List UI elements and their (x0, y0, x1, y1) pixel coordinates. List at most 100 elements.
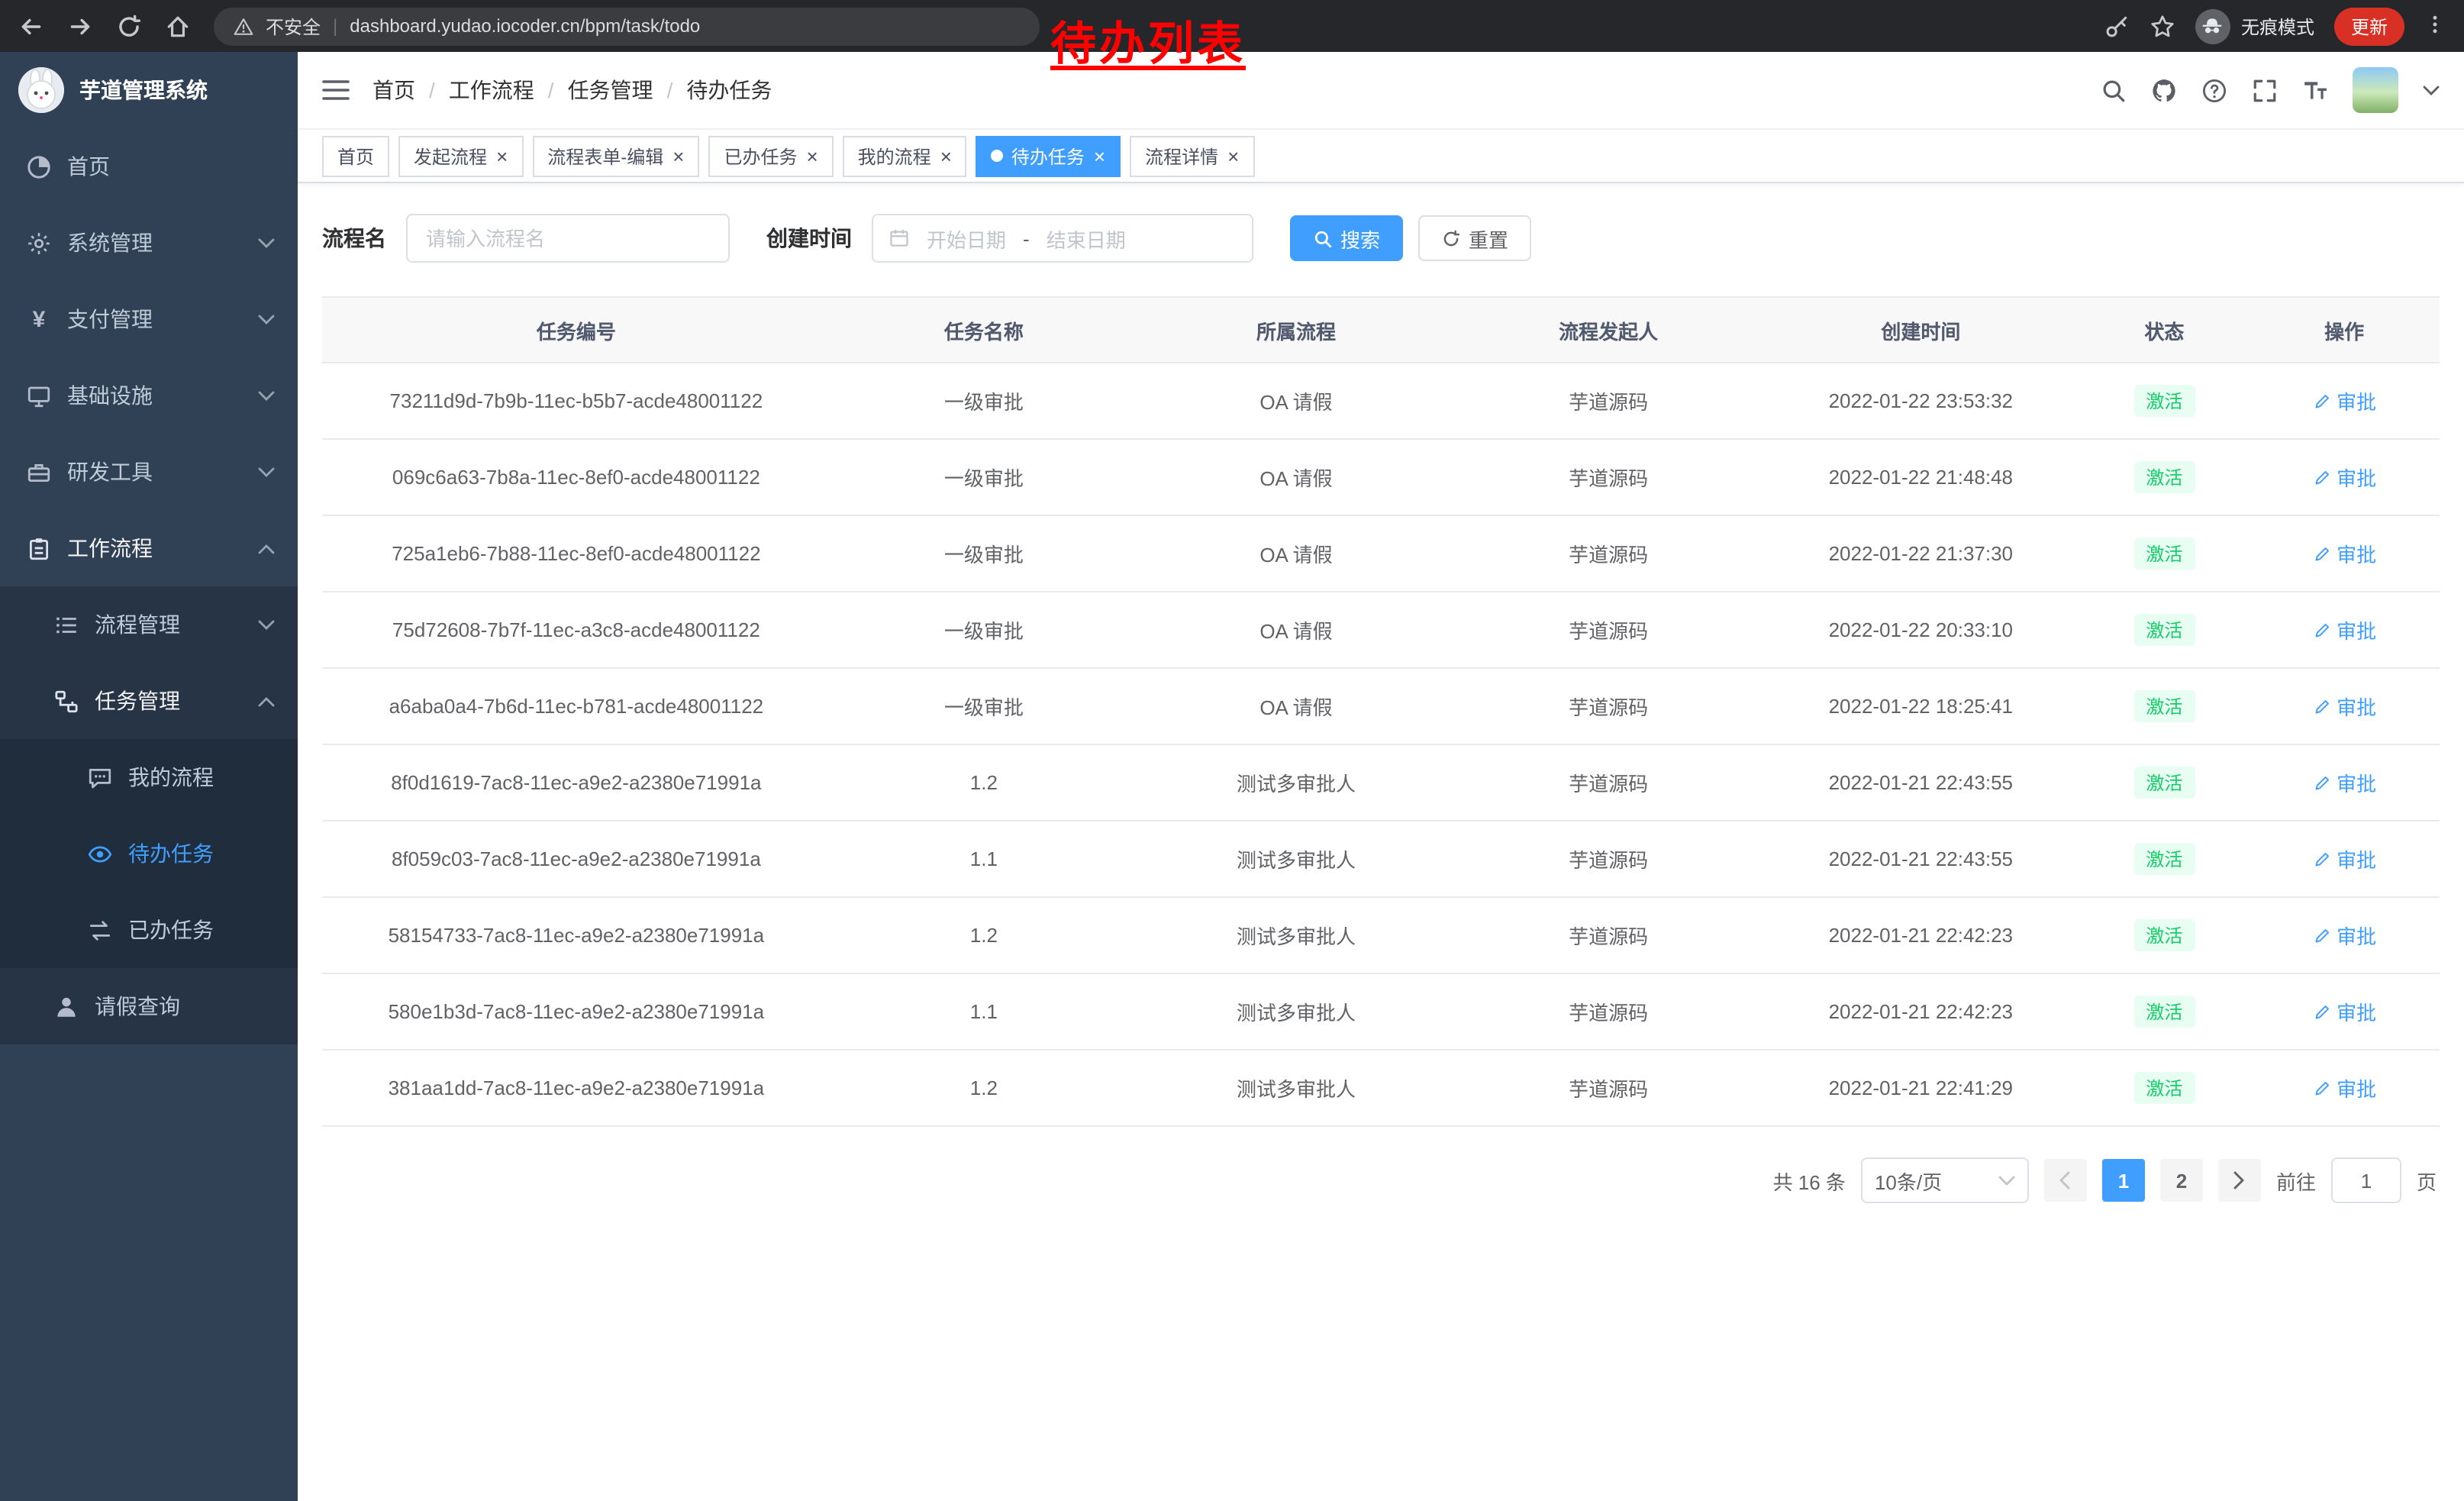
browser-home-icon[interactable] (165, 13, 191, 39)
approve-link[interactable]: 审批 (2312, 1073, 2376, 1102)
sidebar: 芋道管理系统 首页 系统管理 ¥ 支付管理 (0, 52, 298, 1501)
tab-close-icon[interactable]: × (496, 146, 508, 166)
process-name-input[interactable] (406, 214, 730, 263)
page-size-value: 10条/页 (1875, 1166, 1942, 1195)
edit-icon (2312, 392, 2330, 410)
approve-link[interactable]: 审批 (2312, 997, 2376, 1026)
approve-link[interactable]: 审批 (2312, 921, 2376, 950)
table-row: 725a1eb6-7b88-11ec-8ef0-acde48001122 一级审… (322, 515, 2440, 592)
breadcrumb-item[interactable]: 任务管理 (534, 75, 653, 105)
start-date-placeholder: 开始日期 (927, 224, 1006, 253)
tab-close-icon[interactable]: × (940, 146, 952, 166)
sidebar-item-todo-tasks[interactable]: 待办任务 (0, 815, 298, 892)
page-number-button[interactable]: 1 (2102, 1159, 2145, 1202)
edit-icon (2312, 544, 2330, 563)
status-badge: 激活 (2133, 843, 2195, 875)
view-tab[interactable]: 待办任务 × (976, 135, 1121, 176)
tab-label: 发起流程 (414, 143, 487, 169)
tab-close-icon[interactable]: × (1227, 146, 1239, 166)
sidebar-item-infrastructure[interactable]: 基础设施 (0, 357, 298, 434)
approve-link[interactable]: 审批 (2312, 386, 2376, 415)
url-text[interactable]: dashboard.yudao.iocoder.cn/bpm/task/todo (350, 15, 700, 37)
font-size-icon[interactable] (2302, 77, 2328, 103)
app-frame: 芋道管理系统 首页 系统管理 ¥ 支付管理 (0, 52, 2464, 1501)
date-range-picker[interactable]: 开始日期 - 结束日期 (872, 214, 1253, 263)
sidebar-item-workflow[interactable]: 工作流程 (0, 510, 298, 586)
fullscreen-icon[interactable] (2252, 77, 2278, 103)
password-key-icon[interactable] (2104, 13, 2130, 39)
update-button[interactable]: 更新 (2334, 7, 2404, 45)
sidebar-item-process-management[interactable]: 流程管理 (0, 586, 298, 663)
search-button[interactable]: 搜索 (1290, 215, 1403, 261)
approve-link[interactable]: 审批 (2312, 844, 2376, 873)
sidebar-item-system[interactable]: 系统管理 (0, 205, 298, 281)
action-cell: 审批 (2249, 592, 2440, 668)
user-avatar[interactable] (2353, 67, 2398, 113)
goto-page-input[interactable] (2331, 1157, 2401, 1203)
browser-reload-icon[interactable] (116, 13, 142, 39)
address-bar[interactable]: 不安全 | dashboard.yudao.iocoder.cn/bpm/tas… (214, 7, 1040, 45)
table-row: 75d72608-7b7f-11ec-a3c8-acde48001122 一级审… (322, 592, 2440, 668)
view-tab[interactable]: 流程详情 × (1130, 135, 1254, 176)
approve-link[interactable]: 审批 (2312, 768, 2376, 797)
status-cell: 激活 (2079, 897, 2249, 973)
action-cell: 审批 (2249, 363, 2440, 439)
view-tab[interactable]: 已办任务 × (708, 135, 833, 176)
approve-label: 审批 (2337, 768, 2376, 797)
view-tab[interactable]: 首页 × (322, 135, 389, 176)
sidebar-toggle-icon[interactable] (322, 78, 350, 102)
not-secure-warning-icon[interactable] (234, 16, 253, 36)
logo-avatar (18, 67, 64, 113)
sidebar-item-leave-query[interactable]: 请假查询 (0, 968, 298, 1044)
swap-arrows-icon (87, 917, 113, 943)
app-logo[interactable]: 芋道管理系统 (0, 52, 298, 128)
browser-menu-icon[interactable] (2424, 13, 2446, 39)
breadcrumb-item[interactable]: 首页 (373, 75, 415, 105)
reset-button[interactable]: 重置 (1418, 215, 1531, 261)
approve-label: 审批 (2337, 1073, 2376, 1102)
approve-label: 审批 (2337, 615, 2376, 644)
pagination: 共 16 条 10条/页 (325, 1157, 2437, 1203)
main-area: 首页 工作流程 任务管理 待办任务 (298, 52, 2464, 1501)
sidebar-item-devtools[interactable]: 研发工具 (0, 434, 298, 510)
github-icon[interactable] (2151, 77, 2177, 103)
action-cell: 审批 (2249, 515, 2440, 592)
breadcrumb-item[interactable]: 工作流程 (415, 75, 534, 105)
task-name-cell: 一级审批 (830, 515, 1137, 592)
help-icon[interactable] (2201, 77, 2227, 103)
table-row: 8f059c03-7ac8-11ec-a9e2-a2380e71991a 1.1… (322, 821, 2440, 897)
approve-link[interactable]: 审批 (2312, 615, 2376, 644)
tab-close-icon[interactable]: × (1094, 146, 1105, 166)
task-id-cell: 069c6a63-7b8a-11ec-8ef0-acde48001122 (322, 439, 830, 515)
sidebar-item-my-process[interactable]: 我的流程 (0, 739, 298, 815)
sidebar-item-done-tasks[interactable]: 已办任务 (0, 892, 298, 968)
search-icon[interactable] (2101, 77, 2127, 103)
tab-close-icon[interactable]: × (672, 146, 684, 166)
action-cell: 审批 (2249, 821, 2440, 897)
approve-link[interactable]: 审批 (2312, 692, 2376, 721)
sidebar-item-task-management[interactable]: 任务管理 (0, 663, 298, 739)
approve-label: 审批 (2337, 386, 2376, 415)
prev-page-button[interactable] (2044, 1159, 2087, 1202)
approve-link[interactable]: 审批 (2312, 463, 2376, 492)
breadcrumb-item[interactable]: 待办任务 (653, 75, 772, 105)
next-page-button[interactable] (2218, 1159, 2261, 1202)
view-tab[interactable]: 流程表单-编辑 × (532, 135, 699, 176)
sidebar-item-payment[interactable]: ¥ 支付管理 (0, 281, 298, 357)
annotation-text: 待办列表 (1050, 6, 1246, 73)
view-tab[interactable]: 我的流程 × (843, 135, 967, 176)
view-tab[interactable]: 发起流程 × (398, 135, 523, 176)
page-number-button[interactable]: 2 (2160, 1159, 2203, 1202)
browser-back-icon[interactable] (18, 13, 44, 39)
avatar-caret-icon[interactable] (2423, 85, 2440, 95)
approve-link[interactable]: 审批 (2312, 539, 2376, 568)
page-numbers: 1 2 (2102, 1159, 2203, 1202)
browser-forward-icon[interactable] (67, 13, 93, 39)
sidebar-item-home[interactable]: 首页 (0, 128, 298, 205)
task-name-cell: 1.2 (830, 897, 1137, 973)
bookmark-star-icon[interactable] (2150, 13, 2175, 39)
create-time-cell: 2022-01-22 21:48:48 (1762, 439, 2079, 515)
page-size-select[interactable]: 10条/页 (1861, 1157, 2029, 1203)
tab-close-icon[interactable]: × (806, 146, 818, 166)
chevron-up-icon (258, 696, 275, 706)
